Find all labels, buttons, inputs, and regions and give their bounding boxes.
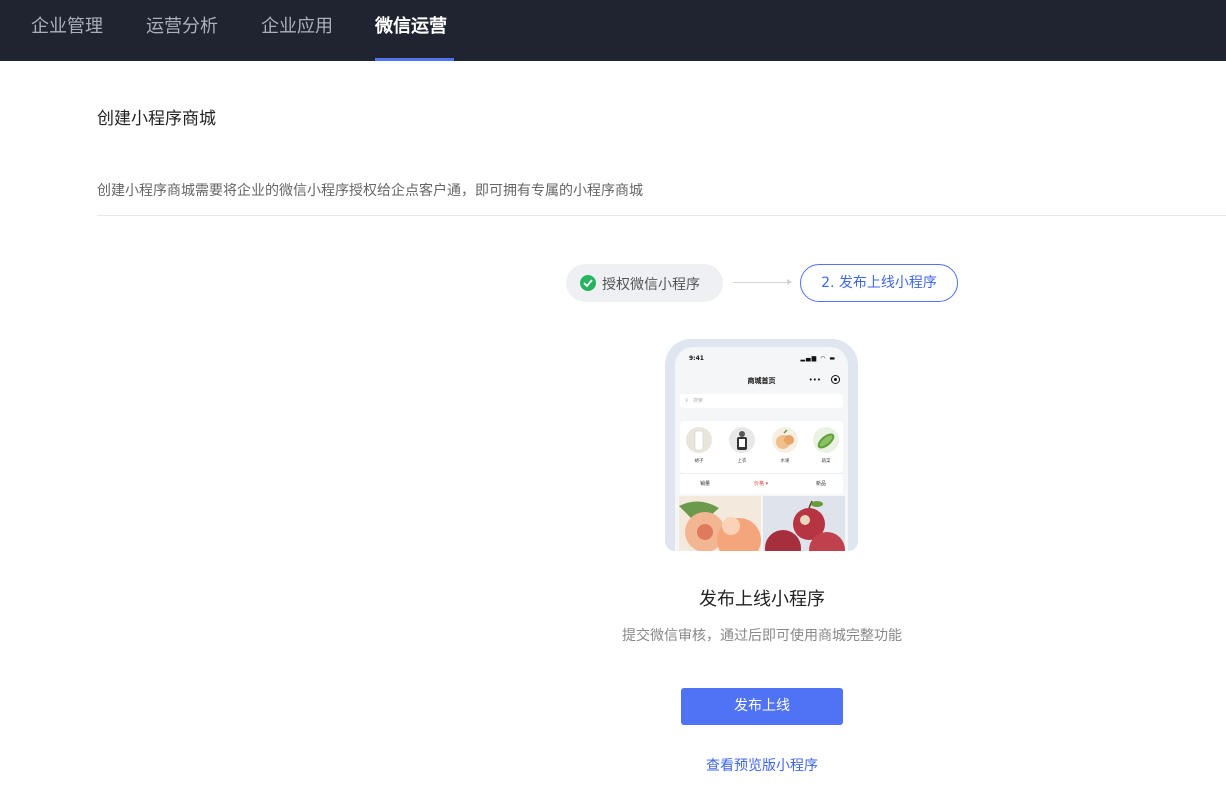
tab-operations-analysis[interactable]: 运营分析	[146, 0, 221, 61]
search-placeholder: 搜索	[693, 398, 704, 404]
category-top: 上衣	[727, 427, 757, 464]
page-description: 创建小程序商城需要将企业的微信小程序授权给企点客户通，即可拥有专属的小程序商城	[97, 183, 643, 199]
preview-link-text[interactable]: 查看预览版小程序	[706, 758, 818, 774]
miniprogram-search: ⚲ 搜索	[680, 394, 843, 408]
section-title-text: 发布上线小程序	[699, 589, 825, 610]
tab-wechat-operations[interactable]: 微信运营	[375, 0, 454, 61]
section-title: 发布上线小程序	[0, 585, 1226, 611]
sort-price: 价格 ▾	[754, 481, 769, 487]
search-icon: ⚲	[685, 398, 689, 404]
category-label: 裙子	[694, 459, 704, 464]
status-icons: ▂▄▆ ◠ ▬	[800, 355, 836, 362]
fruit-image	[772, 427, 798, 453]
arrow-right-icon	[733, 279, 792, 285]
dress-image	[686, 427, 712, 453]
page-title: 创建小程序商城	[97, 109, 216, 129]
category-vegetable: 蔬菜	[811, 427, 841, 464]
phone-screen: 9:41 ▂▄▆ ◠ ▬ 商城首页 ••• ⚲ 搜索 裙子 上衣 水果 蔬菜 销…	[675, 347, 848, 551]
publish-button[interactable]: 发布上线	[681, 688, 843, 725]
category-fruit: 水果	[770, 427, 800, 464]
step-authorize[interactable]: 授权微信小程序	[566, 264, 723, 302]
vegetable-image	[813, 427, 839, 453]
category-label: 上衣	[737, 459, 747, 464]
close-capsule-icon	[831, 375, 840, 384]
category-row: 裙子 上衣 水果 蔬菜	[680, 421, 843, 473]
tab-enterprise-apps[interactable]: 企业应用	[261, 0, 336, 61]
category-dress: 裙子	[684, 427, 714, 464]
phone-mockup: 9:41 ▂▄▆ ◠ ▬ 商城首页 ••• ⚲ 搜索 裙子 上衣 水果 蔬菜 销…	[665, 339, 858, 551]
miniprogram-title: 商城首页	[747, 377, 776, 385]
step-publish[interactable]: 2. 发布上线小程序	[800, 264, 958, 302]
section-subtitle: 提交微信审核，通过后即可使用商城完整功能	[0, 625, 1226, 645]
product-peach-image	[679, 496, 761, 551]
section-subtitle-text: 提交微信审核，通过后即可使用商城完整功能	[622, 628, 902, 644]
sort-tabs: 销量 价格 ▾ 新品	[680, 473, 843, 494]
sort-sales: 销量	[700, 481, 711, 487]
more-icon: •••	[808, 376, 821, 384]
sort-new: 新品	[816, 481, 827, 487]
tab-enterprise-management[interactable]: 企业管理	[31, 0, 106, 61]
preview-link: 查看预览版小程序	[0, 755, 1226, 775]
status-time: 9:41	[689, 355, 704, 362]
product-apple-image	[763, 496, 845, 551]
category-label: 蔬菜	[821, 459, 831, 464]
top-navigation: 企业管理 运营分析 企业应用 微信运营	[0, 0, 1226, 61]
category-label: 水果	[780, 459, 790, 464]
top-image	[729, 427, 755, 453]
check-circle-icon	[580, 275, 596, 291]
step-authorize-label: 授权微信小程序	[602, 277, 700, 293]
divider	[97, 215, 1226, 216]
